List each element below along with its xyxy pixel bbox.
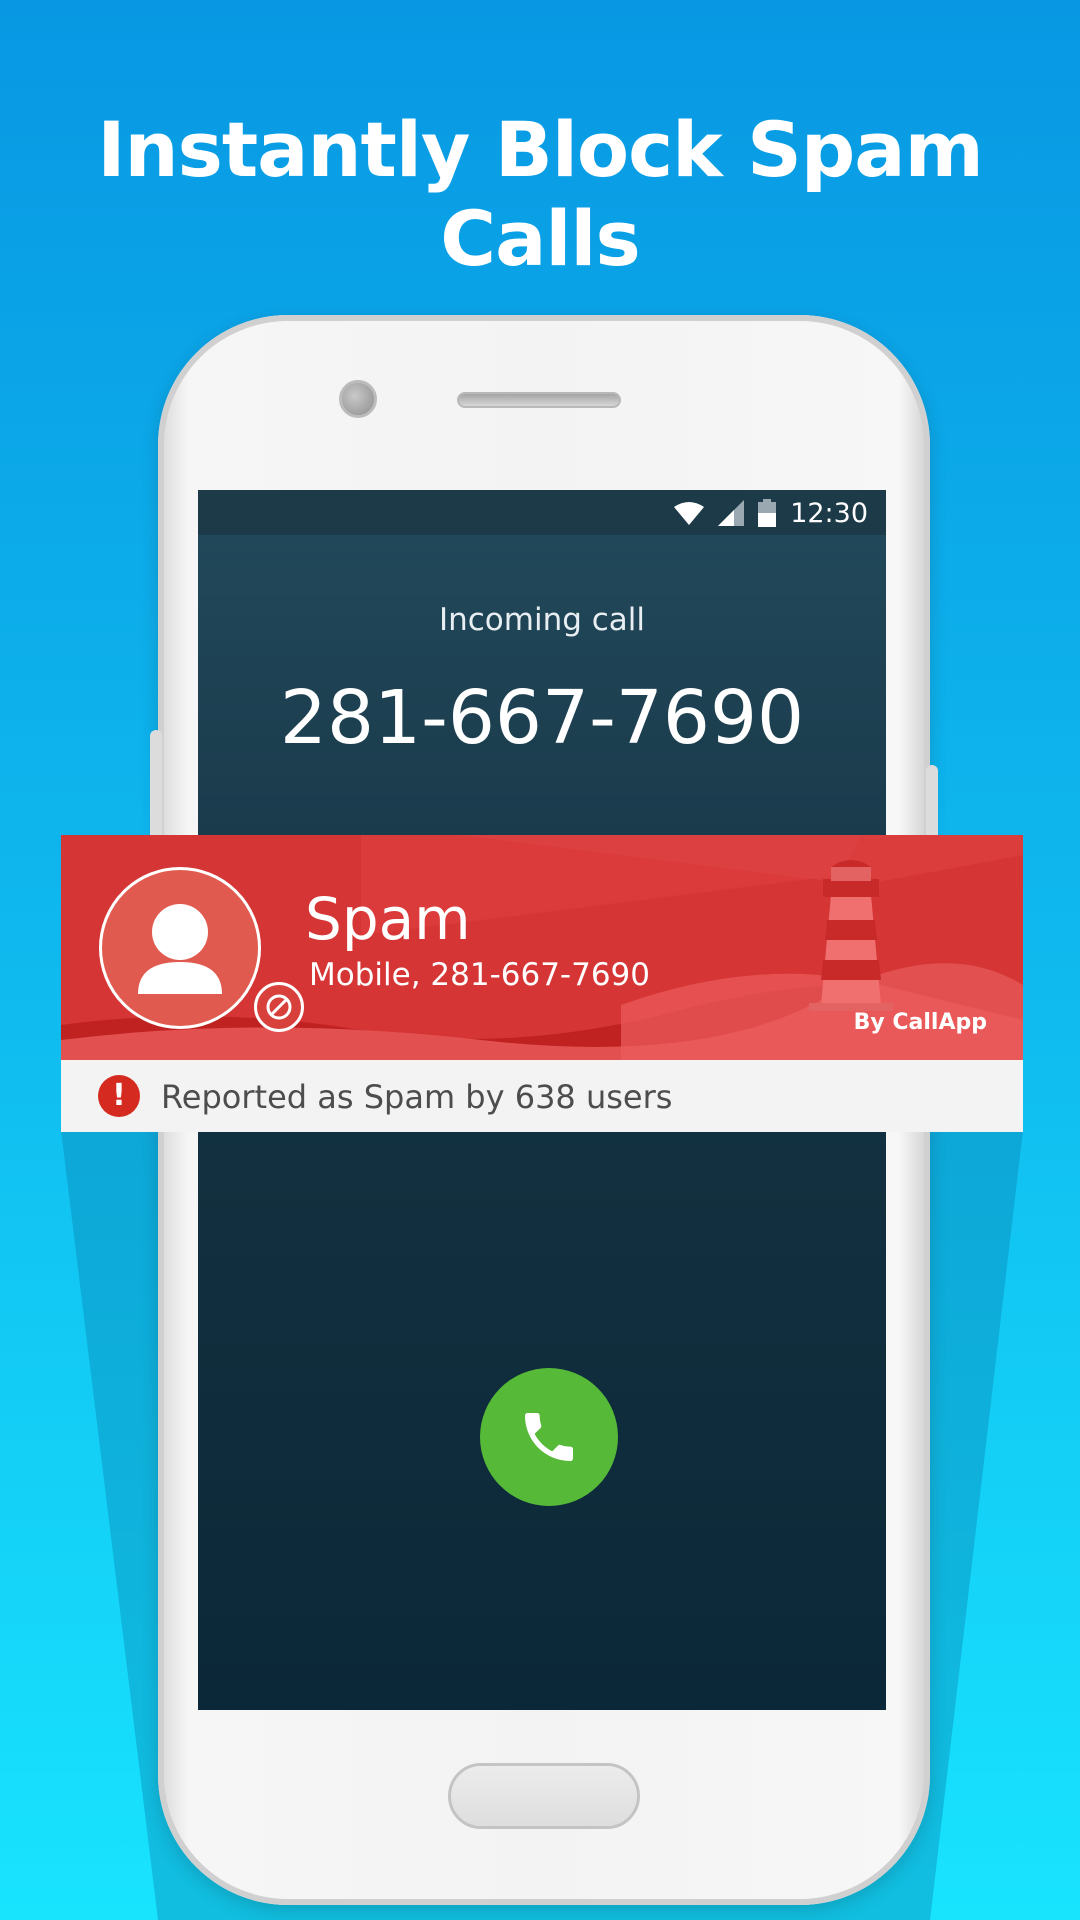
home-button (448, 1763, 640, 1829)
earpiece-speaker (457, 392, 621, 408)
caller-subtitle: Mobile, 281-667-7690 (309, 957, 650, 993)
front-camera (339, 380, 377, 418)
wifi-icon (674, 502, 705, 525)
caller-id-banner: Spam Mobile, 281-667-7690 By CallApp (61, 835, 1023, 1060)
phone-side-button-right (926, 765, 938, 845)
caller-avatar (99, 867, 304, 1032)
phone-icon (525, 1413, 573, 1461)
answer-call-button[interactable] (480, 1368, 618, 1506)
signal-icon (718, 500, 745, 526)
spam-report-bar: ! Reported as Spam by 638 users (61, 1060, 1023, 1132)
spam-report-text: Reported as Spam by 638 users (161, 1078, 673, 1116)
headline: Instantly Block Spam Calls (97, 105, 984, 283)
incoming-call-label: Incoming call (438, 602, 646, 638)
status-time: 12:30 (790, 497, 868, 529)
status-bar: 12:30 (198, 490, 886, 535)
person-icon (138, 904, 222, 994)
incoming-call-number: 281-667-7690 (279, 675, 805, 761)
caller-name: Spam (305, 885, 471, 953)
brand-label: By CallApp (853, 1010, 987, 1035)
battery-icon (758, 499, 777, 527)
phone-side-button-left (150, 730, 162, 840)
no-entry-face-icon (266, 994, 292, 1020)
spam-badge (254, 982, 304, 1032)
alert-icon: ! (98, 1075, 140, 1117)
